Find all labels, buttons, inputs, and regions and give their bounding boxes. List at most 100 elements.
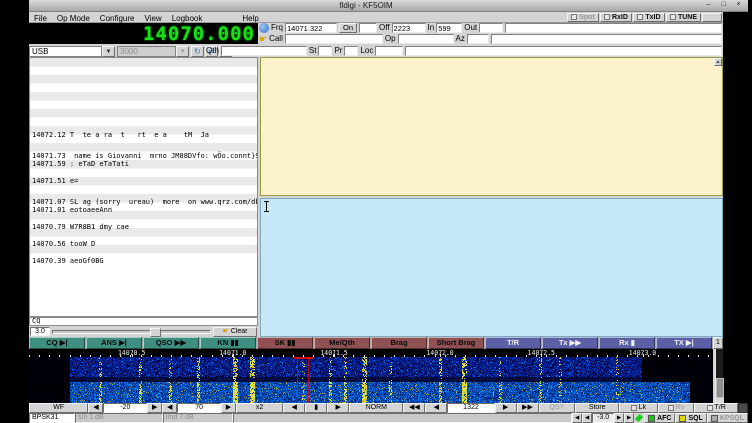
browser-line-14070.79[interactable]: 14070.79 W7R8B1 dmy cae bbox=[32, 223, 129, 231]
wf-control-item[interactable]: ▶▶ bbox=[517, 403, 539, 413]
hand-pointer-icon[interactable]: ☛ bbox=[259, 34, 267, 44]
frequency-display[interactable]: 14070.000 bbox=[29, 23, 258, 44]
wf-control-item[interactable]: ◀ bbox=[162, 403, 177, 413]
sql-toggle[interactable]: SQL bbox=[675, 413, 706, 423]
macro-button-short-brag[interactable]: Short Brag bbox=[428, 337, 484, 349]
on-time-input[interactable] bbox=[359, 23, 377, 33]
off-input[interactable] bbox=[392, 23, 426, 33]
squelch-slider[interactable] bbox=[52, 330, 211, 334]
wf-control-70[interactable]: 70 bbox=[177, 403, 221, 413]
waterfall-scrollbar[interactable] bbox=[715, 349, 723, 403]
qrz-lookup-icon[interactable] bbox=[259, 23, 269, 33]
wf-control-item[interactable]: ▶ bbox=[327, 403, 349, 413]
macro-button-cq[interactable]: CQ ▶| bbox=[29, 337, 85, 349]
macro-button-me-qth[interactable]: Me/Qth bbox=[314, 337, 370, 349]
status-message-area bbox=[233, 413, 572, 423]
rst-out-input[interactable] bbox=[479, 23, 503, 33]
macro-button-qso[interactable]: QSO ▶▶ bbox=[143, 337, 199, 349]
minimize-button[interactable]: – bbox=[703, 1, 714, 10]
browser-line-14071.59[interactable]: 14071.59 : eTaD eTaTati bbox=[32, 160, 129, 168]
squelch-up-fast-button[interactable]: ▶ bbox=[624, 413, 634, 423]
browser-line-14071.51[interactable]: 14071.51 e= bbox=[32, 177, 78, 185]
macro-button-kn[interactable]: KN ▮▮ bbox=[200, 337, 256, 349]
wf-control-x2[interactable]: x2 bbox=[236, 403, 283, 413]
wf-control-item[interactable]: ◀ bbox=[283, 403, 305, 413]
maximize-button[interactable]: □ bbox=[718, 1, 729, 10]
scrollbar-thumb[interactable] bbox=[716, 378, 724, 398]
wf-control-20[interactable]: -20 bbox=[103, 403, 147, 413]
waterfall-controls: WF◀-20▶◀70▶x2◀▮▶NORM◀◀◀1322▶▶▶QSYStoreLk… bbox=[29, 403, 748, 413]
macro-button-brag[interactable]: Brag bbox=[371, 337, 427, 349]
notes-input-3[interactable] bbox=[405, 46, 722, 56]
chevron-down-icon[interactable]: ▼ bbox=[102, 46, 115, 57]
wf-control-lk[interactable]: Lk bbox=[619, 403, 658, 413]
wf-control-item[interactable]: ▶ bbox=[495, 403, 517, 413]
wf-control-item[interactable]: ▶ bbox=[147, 403, 162, 413]
az-input[interactable] bbox=[467, 34, 489, 44]
macro-page-button[interactable]: 1 bbox=[713, 337, 723, 349]
macro-button-t-r[interactable]: T/R bbox=[485, 337, 541, 349]
wf-control-t-r[interactable]: T/R bbox=[694, 403, 738, 413]
menu-op-mode[interactable]: Op Mode bbox=[52, 14, 95, 23]
scroll-up-icon[interactable]: ▲ bbox=[714, 58, 722, 66]
squelch-up-button[interactable]: ▶ bbox=[614, 413, 624, 423]
call-input[interactable] bbox=[285, 34, 383, 44]
wf-control-1322[interactable]: 1322 bbox=[447, 403, 494, 413]
toggle-txid[interactable]: TxID bbox=[633, 13, 665, 22]
mode-select[interactable]: USB ▼ bbox=[29, 46, 115, 57]
rx-text-panel[interactable]: ▲ bbox=[260, 57, 723, 196]
notes-input-2[interactable] bbox=[491, 34, 722, 44]
clear-button[interactable]: ☛ Clear bbox=[213, 327, 257, 337]
pr-input[interactable] bbox=[344, 46, 358, 56]
op-input[interactable] bbox=[398, 34, 454, 44]
mode-indicator[interactable]: BPSK31 bbox=[29, 413, 75, 423]
close-button[interactable]: × bbox=[733, 1, 744, 10]
pr-label: Pr bbox=[334, 46, 342, 56]
macro-button-rx[interactable]: Rx ▮ bbox=[599, 337, 655, 349]
signal-indicator-icon bbox=[635, 414, 643, 422]
st-label: St bbox=[309, 46, 317, 56]
wf-control-wf[interactable]: WF bbox=[29, 403, 88, 413]
squelch-slider-thumb[interactable] bbox=[150, 328, 161, 337]
wf-control-store[interactable]: Store bbox=[575, 403, 619, 413]
menu-configure[interactable]: Configure bbox=[95, 14, 140, 23]
menu-file[interactable]: File bbox=[29, 14, 52, 23]
wf-control-norm[interactable]: NORM bbox=[349, 403, 403, 413]
notes-input-1[interactable] bbox=[505, 23, 722, 33]
tx-text-panel[interactable] bbox=[260, 198, 723, 337]
browser-line-14070.39[interactable]: 14070.39 aeoGf0BG bbox=[32, 257, 104, 265]
macro-button-tx[interactable]: Tx ▶▶ bbox=[542, 337, 598, 349]
snr-indicator: s/n 1 dB bbox=[75, 413, 163, 423]
browser-line-14071.07[interactable]: 14071.07 SL ag (sorry ureau) more on www… bbox=[32, 198, 258, 206]
header-panel: 14070.000 USB ▼ 3000 ▼ ↻ ⇄ ▤ Frq On Off … bbox=[29, 23, 723, 57]
op-label: Op bbox=[385, 34, 396, 44]
wf-control-item[interactable]: ▮ bbox=[305, 403, 327, 413]
macro-button-sk[interactable]: SK ▮▮ bbox=[257, 337, 313, 349]
toggle-rxid[interactable]: RxID bbox=[600, 13, 632, 22]
browser-line-14071.01[interactable]: 14071.01 eotoaeeAnn bbox=[32, 206, 112, 214]
psk-browser[interactable]: 14072.12 T te a ra t rt e a tM Ja 14071.7… bbox=[29, 57, 258, 317]
wf-control-item[interactable]: ▶ bbox=[221, 403, 236, 413]
resize-grip[interactable] bbox=[738, 403, 748, 413]
wf-control-item[interactable]: ◀ bbox=[88, 403, 103, 413]
on-button[interactable]: On bbox=[339, 23, 357, 33]
frq-input[interactable] bbox=[285, 23, 337, 33]
squelch-down-fast-button[interactable]: ◀ bbox=[572, 413, 582, 423]
browser-line-14070.56[interactable]: 14070.56 tooW D bbox=[32, 240, 95, 248]
loc-input[interactable] bbox=[375, 46, 403, 56]
qth-input[interactable] bbox=[221, 46, 307, 56]
macro-button-tx[interactable]: TX ▶| bbox=[656, 337, 712, 349]
wf-control-item[interactable]: ◀◀ bbox=[403, 403, 425, 413]
waterfall-display[interactable] bbox=[29, 357, 713, 403]
afc-toggle[interactable]: AFC bbox=[644, 413, 675, 423]
wf-control-rv: Rv bbox=[658, 403, 695, 413]
browser-line-14071.73[interactable]: 14071.73 name is Giovanni mrno JM88DVfo:… bbox=[32, 152, 258, 160]
toggle-tune[interactable]: TUNE bbox=[666, 13, 701, 22]
macro-button-ans[interactable]: ANS ▶| bbox=[86, 337, 142, 349]
wf-control-item[interactable]: ◀ bbox=[425, 403, 447, 413]
refresh-icon[interactable]: ↻ bbox=[191, 46, 204, 57]
rst-in-input[interactable] bbox=[436, 23, 462, 33]
browser-line-14072.12[interactable]: 14072.12 T te a ra t rt e a tM Ja bbox=[32, 131, 209, 139]
st-input[interactable] bbox=[318, 46, 332, 56]
squelch-down-button[interactable]: ◀ bbox=[582, 413, 592, 423]
